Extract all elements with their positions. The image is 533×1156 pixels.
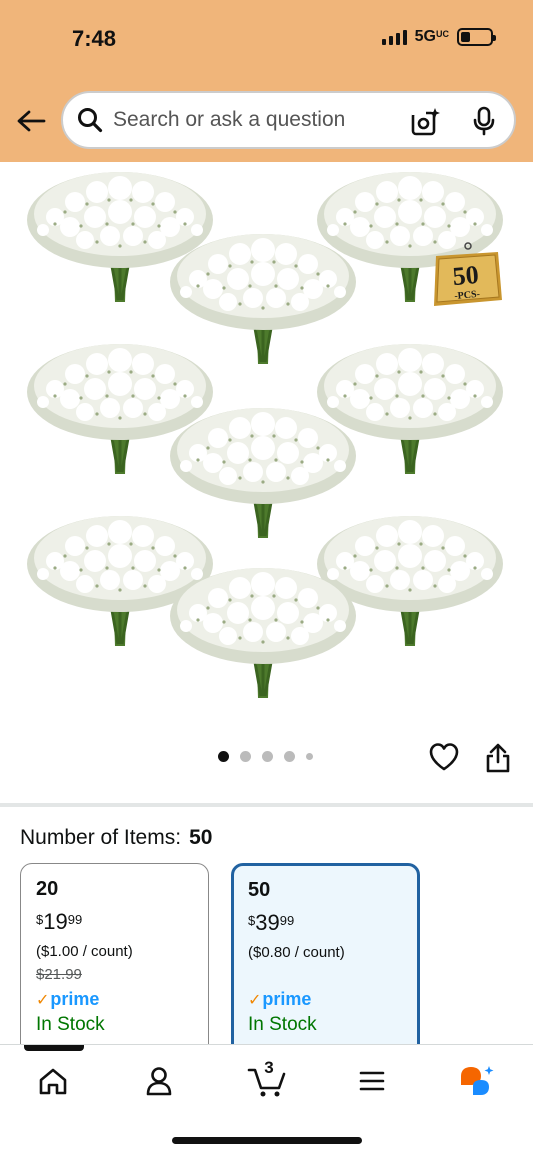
price-whole: 39 [255,910,280,935]
share-icon [486,743,510,773]
search-bar[interactable] [61,91,516,149]
nav-rufus[interactable] [455,1061,499,1101]
app-header: 7:48 5GUC [0,0,533,162]
nav-menu[interactable] [350,1061,394,1101]
battery-icon [457,28,496,46]
search-icon [77,107,103,133]
account-icon [146,1067,172,1096]
price-whole: 19 [43,909,68,934]
nav-cart[interactable]: 3 [244,1058,290,1101]
camera-search-icon[interactable] [410,107,440,137]
home-indicator-bar[interactable] [172,1137,362,1144]
cart-count-badge: 3 [264,1058,274,1077]
prime-badge: ✓ prime [248,989,403,1010]
carousel-dot[interactable] [240,751,251,762]
flower-bouquet [168,558,358,698]
network-superscript: UC [436,29,449,39]
microphone-icon[interactable] [470,106,498,136]
prime-check-icon: ✓ [36,991,50,1009]
status-indicators: 5GUC [381,28,496,46]
carousel-dot[interactable] [306,753,313,760]
price-fraction: 99 [67,912,83,927]
image-carousel-dots [218,751,313,762]
back-button[interactable] [14,104,48,138]
stock-status: In Stock [248,1014,317,1035]
rufus-assistant-icon [461,1066,494,1095]
badge-number: 50 [451,260,479,291]
home-icon [39,1068,67,1095]
prime-badge: ✓ prime [36,989,193,1010]
price-fraction: 99 [279,913,295,928]
back-arrow-icon [17,110,46,132]
price-currency: $ [248,913,256,928]
prime-label: prime [262,989,312,1009]
stock-status: In Stock [36,1014,105,1035]
menu-icon [359,1071,385,1091]
option-price: $ 19 99 [36,909,193,935]
option-quantity: 50 [248,879,271,901]
quantity-badge: 50 -PCS- [428,242,504,310]
prime-check-icon: ✓ [248,991,262,1009]
network-label: 5G [414,28,436,45]
section-divider [0,803,533,807]
cellular-signal-icon [381,29,407,45]
option-card-20[interactable]: 20 $ 19 99 ($1.00 / count) $21.99 ✓ prime… [20,863,209,1063]
variation-label: Number of Items: 50 [20,826,212,850]
search-input[interactable] [113,108,393,132]
variation-selected-value: 50 [189,826,213,849]
active-tab-indicator [24,1045,84,1051]
unit-price: ($1.00 / count) [36,943,133,960]
carousel-dot[interactable] [262,751,273,762]
nav-home[interactable] [31,1061,75,1101]
option-quantity: 20 [36,878,59,900]
share-button[interactable] [484,742,512,774]
prime-label: prime [50,989,100,1009]
option-card-50[interactable]: 50 $ 39 99 ($0.80 / count) ✓ prime In Sto… [231,863,420,1063]
network-type: 5GUC [415,28,449,46]
carousel-dot[interactable] [284,751,295,762]
badge-text: -PCS- [454,289,480,302]
wishlist-heart-button[interactable] [428,742,460,772]
nav-account[interactable] [137,1061,181,1101]
option-price: $ 39 99 [248,910,403,936]
variation-label-text: Number of Items: [20,826,182,849]
unit-price: ($0.80 / count) [248,944,345,961]
heart-icon [429,743,459,771]
list-price: $21.99 [36,966,82,983]
status-time: 7:48 [72,26,117,51]
price-currency: $ [36,912,44,927]
carousel-dot[interactable] [218,751,229,762]
product-image[interactable]: 50 -PCS- [0,162,533,722]
